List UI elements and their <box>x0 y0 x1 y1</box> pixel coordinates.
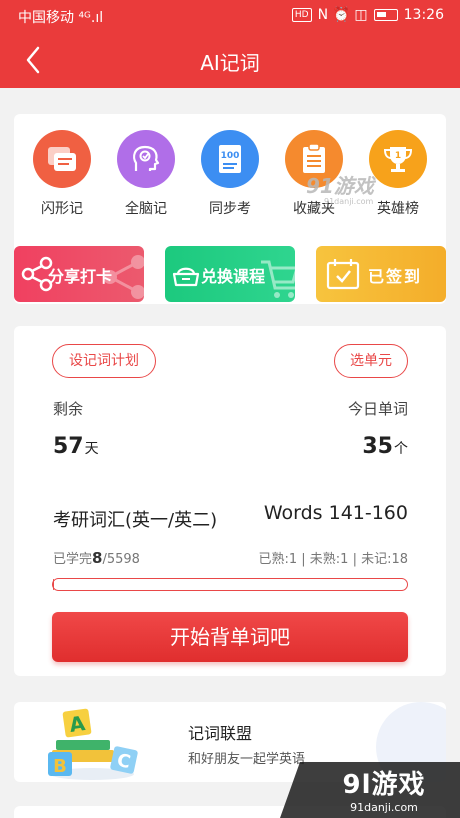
menu-watermark: 91游戏 91danji.com <box>306 170 374 206</box>
banner-label: 分享打卡 <box>48 267 113 286</box>
today-words-label: 今日单词 <box>347 400 408 418</box>
status-icons: HD N ⏰ ◫ 13:26 <box>291 7 444 23</box>
learned-total: /5598 <box>102 552 140 567</box>
book-title: 考研词汇(英一/英二) <box>53 510 218 531</box>
choose-unit-button[interactable]: 选单元 <box>334 344 408 378</box>
abc-blocks-icon: A B C <box>48 708 138 780</box>
piggy-bank-icon <box>172 267 200 287</box>
banner-label: 兑换课程 <box>201 267 266 286</box>
battery-icon <box>373 9 398 21</box>
status-misc-icons: N ⏰ ◫ <box>317 7 368 23</box>
menu-watermark-text: 91游戏 <box>306 174 374 198</box>
set-plan-button[interactable]: 设记词计划 <box>52 344 156 378</box>
start-studying-button[interactable]: 开始背单词吧 <box>52 612 408 662</box>
redeem-course-banner[interactable]: 兑换课程 <box>165 246 295 302</box>
remaining-unit: 天 <box>84 441 99 457</box>
calendar-check-icon <box>326 259 360 290</box>
menu-item-brain[interactable]: 全脑记 <box>106 130 186 218</box>
word-stats: 已熟:1 | 未熟:1 | 未记:18 <box>258 552 408 567</box>
league-title: 记词联盟 <box>188 724 253 743</box>
remaining-days: 57天 <box>53 434 99 459</box>
study-plan-card: 设记词计划 选单元 剩余 今日单词 57天 35个 考研词汇(英一/英二) Wo… <box>14 326 446 676</box>
share-checkin-banner[interactable]: 分享打卡 <box>14 246 144 302</box>
svg-text:1: 1 <box>395 151 401 161</box>
learned-count: 8 <box>92 549 103 567</box>
watermark-main: 9l游戏 <box>342 770 426 800</box>
today-unit: 个 <box>394 441 408 457</box>
menu-label: 同步考 <box>209 201 251 217</box>
word-range: Words 141-160 <box>263 502 408 524</box>
carrier-text: 中国移动 ⁴ᴳ.ıl <box>18 10 104 26</box>
progress-bar <box>52 578 408 591</box>
menu-item-flash[interactable]: 闪形记 <box>22 130 102 218</box>
banner-label: 已签到 <box>368 267 423 286</box>
learned-prefix: 已学完 <box>53 552 93 567</box>
svg-text:100: 100 <box>221 151 240 161</box>
status-bar: 中国移动 ⁴ᴳ.ıl HD N ⏰ ◫ 13:26 <box>0 0 460 32</box>
hd-badge: HD <box>291 8 312 22</box>
signed-in-banner[interactable]: 已签到 <box>316 246 446 302</box>
watermark-sub: 91danji.com <box>350 801 418 814</box>
today-word-count: 35个 <box>362 434 408 459</box>
brain-head-icon <box>117 130 175 188</box>
exam-paper-icon: 100 <box>201 130 259 188</box>
flashcards-icon <box>33 130 91 188</box>
watermark: 9l游戏 91danji.com <box>322 764 446 814</box>
svg-text:B: B <box>53 756 67 777</box>
page-title: AI记词 <box>200 51 260 75</box>
nav-bar: AI记词 <box>0 32 460 88</box>
menu-label: 全脑记 <box>125 201 167 217</box>
menu-item-sync-exam[interactable]: 100 同步考 <box>190 130 270 218</box>
remaining-value: 57 <box>53 434 84 459</box>
trophy-icon: 1 <box>369 130 427 188</box>
remaining-label: 剩余 <box>53 400 84 418</box>
status-time: 13:26 <box>403 7 444 23</box>
today-value: 35 <box>362 434 393 459</box>
menu-label: 闪形记 <box>41 201 83 217</box>
learned-progress-text: 已学完8/5598 <box>53 548 140 567</box>
